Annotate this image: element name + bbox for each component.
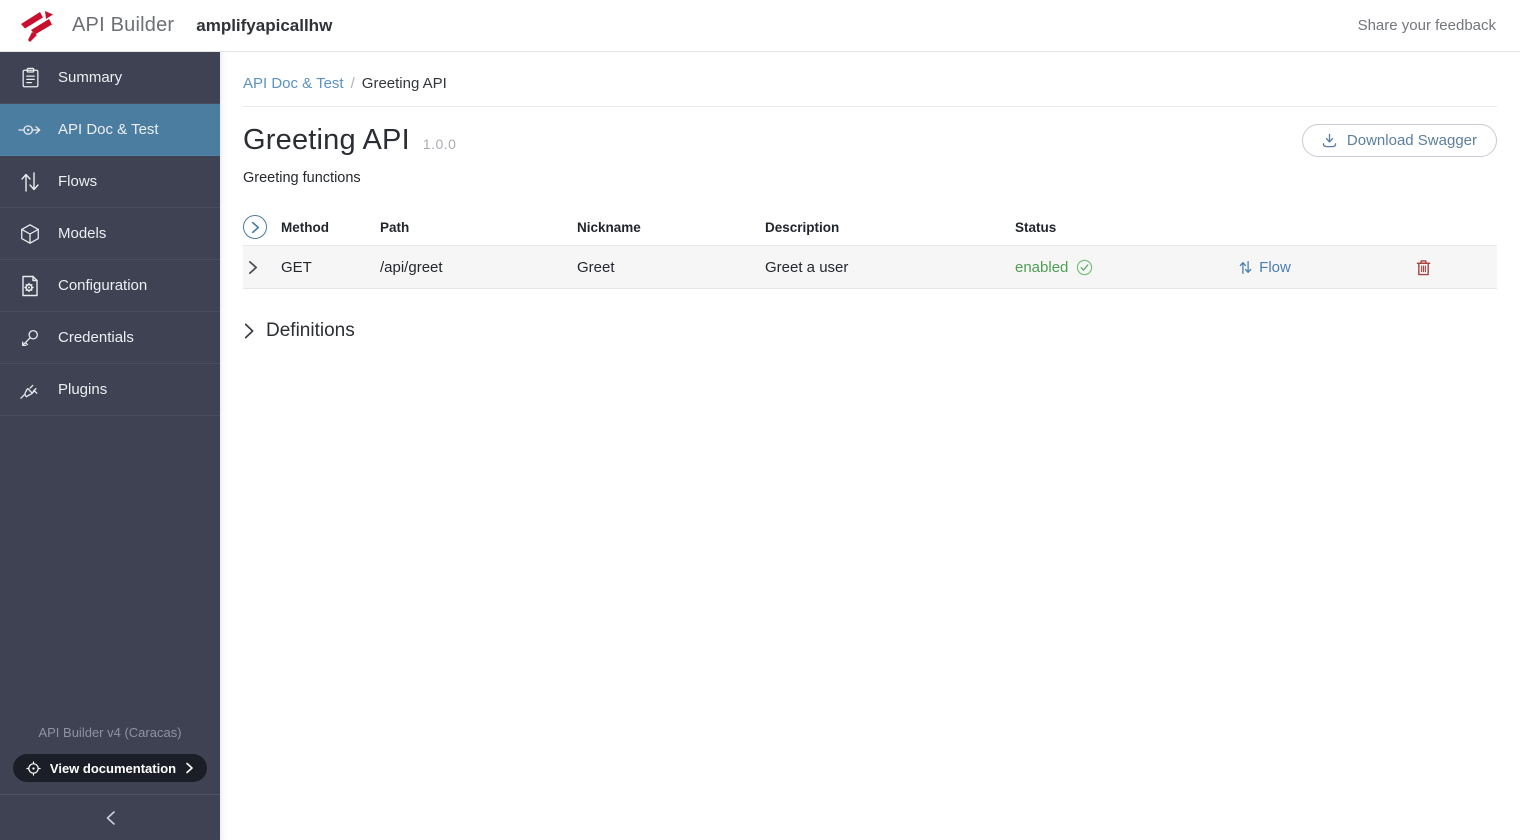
breadcrumb-separator: / xyxy=(350,75,355,92)
status-badge: enabled xyxy=(1015,259,1180,276)
chevron-right-icon xyxy=(185,762,194,774)
sidebar-item-label: Models xyxy=(58,225,107,242)
flow-link[interactable]: Flow xyxy=(1180,259,1350,276)
column-header-path: Path xyxy=(380,219,410,235)
api-doc-icon xyxy=(18,118,42,142)
table-row: GET /api/greet Greet Greet a user enable… xyxy=(243,245,1497,289)
chevron-right-icon xyxy=(243,323,255,339)
cell-nickname: Greet xyxy=(577,258,615,276)
sidebar-item-api-doc-test[interactable]: API Doc & Test xyxy=(0,104,220,156)
expand-row-button[interactable] xyxy=(243,260,281,275)
top-bar: API Builder amplifyapicallhw Share your … xyxy=(0,0,1520,52)
check-circle-icon xyxy=(1076,259,1093,276)
sidebar-item-credentials[interactable]: Credentials xyxy=(0,312,220,364)
breadcrumb-current: Greeting API xyxy=(361,75,447,92)
download-icon xyxy=(1322,133,1337,148)
flows-icon xyxy=(18,170,42,194)
chevron-left-icon xyxy=(105,810,116,826)
share-feedback-link[interactable]: Share your feedback xyxy=(1358,17,1496,34)
expand-all-button[interactable] xyxy=(243,215,267,239)
axway-logo-icon xyxy=(18,7,56,45)
page-title: Greeting API xyxy=(243,124,410,156)
sidebar: Summary API Doc & Test Flows Models Conf… xyxy=(0,52,220,840)
cell-path: /api/greet xyxy=(380,258,443,276)
definitions-toggle[interactable]: Definitions xyxy=(243,320,1497,342)
sidebar-item-flows[interactable]: Flows xyxy=(0,156,220,208)
key-icon xyxy=(18,326,42,350)
status-label: enabled xyxy=(1015,258,1069,276)
view-documentation-button[interactable]: View documentation xyxy=(13,754,207,782)
sidebar-item-label: Plugins xyxy=(58,381,108,398)
cell-method: GET xyxy=(281,258,312,276)
column-header-nickname: Nickname xyxy=(577,219,641,235)
page-version: 1.0.0 xyxy=(422,135,457,152)
delete-endpoint-button[interactable] xyxy=(1350,259,1497,276)
cube-icon xyxy=(18,222,42,246)
main-content: API Doc & Test / Greeting API Greeting A… xyxy=(220,52,1520,840)
clipboard-icon xyxy=(18,66,42,90)
sidebar-item-label: Configuration xyxy=(58,277,148,294)
plug-icon xyxy=(18,378,42,402)
trash-icon xyxy=(1416,259,1431,276)
breadcrumb: API Doc & Test / Greeting API xyxy=(243,75,1497,92)
column-header-method: Method xyxy=(281,219,329,235)
cell-description: Greet a user xyxy=(765,258,849,276)
view-documentation-label: View documentation xyxy=(49,760,177,776)
flow-icon xyxy=(1239,260,1252,275)
column-header-status: Status xyxy=(1015,219,1057,235)
config-icon xyxy=(18,274,42,298)
project-name: amplifyapicallhw xyxy=(196,15,333,35)
endpoints-table-header: Method Path Nickname Description Status xyxy=(243,209,1497,245)
sidebar-item-configuration[interactable]: Configuration xyxy=(0,260,220,312)
breadcrumb-divider xyxy=(243,106,1497,107)
sidebar-item-label: Flows xyxy=(58,173,98,190)
sidebar-footer: API Builder v4 (Caracas) View documentat… xyxy=(0,725,220,840)
sidebar-item-summary[interactable]: Summary xyxy=(0,52,220,104)
version-label: API Builder v4 (Caracas) xyxy=(38,725,182,740)
sidebar-item-models[interactable]: Models xyxy=(0,208,220,260)
column-header-description: Description xyxy=(765,219,840,235)
endpoints-table: Method Path Nickname Description Status … xyxy=(243,209,1497,289)
definitions-label: Definitions xyxy=(266,320,355,341)
collapse-sidebar-button[interactable] xyxy=(0,794,220,840)
download-swagger-label: Download Swagger xyxy=(1346,132,1477,149)
breadcrumb-parent-link[interactable]: API Doc & Test xyxy=(243,75,344,92)
page-subtitle: Greeting functions xyxy=(243,170,361,186)
sidebar-item-label: API Doc & Test xyxy=(58,121,159,138)
sidebar-item-label: Summary xyxy=(58,69,123,86)
flow-link-label: Flow xyxy=(1259,258,1291,276)
app-title: API Builder xyxy=(72,14,175,36)
download-swagger-button[interactable]: Download Swagger xyxy=(1301,124,1497,157)
sidebar-item-plugins[interactable]: Plugins xyxy=(0,364,220,416)
sidebar-item-label: Credentials xyxy=(58,329,134,346)
docs-target-icon xyxy=(26,760,41,776)
